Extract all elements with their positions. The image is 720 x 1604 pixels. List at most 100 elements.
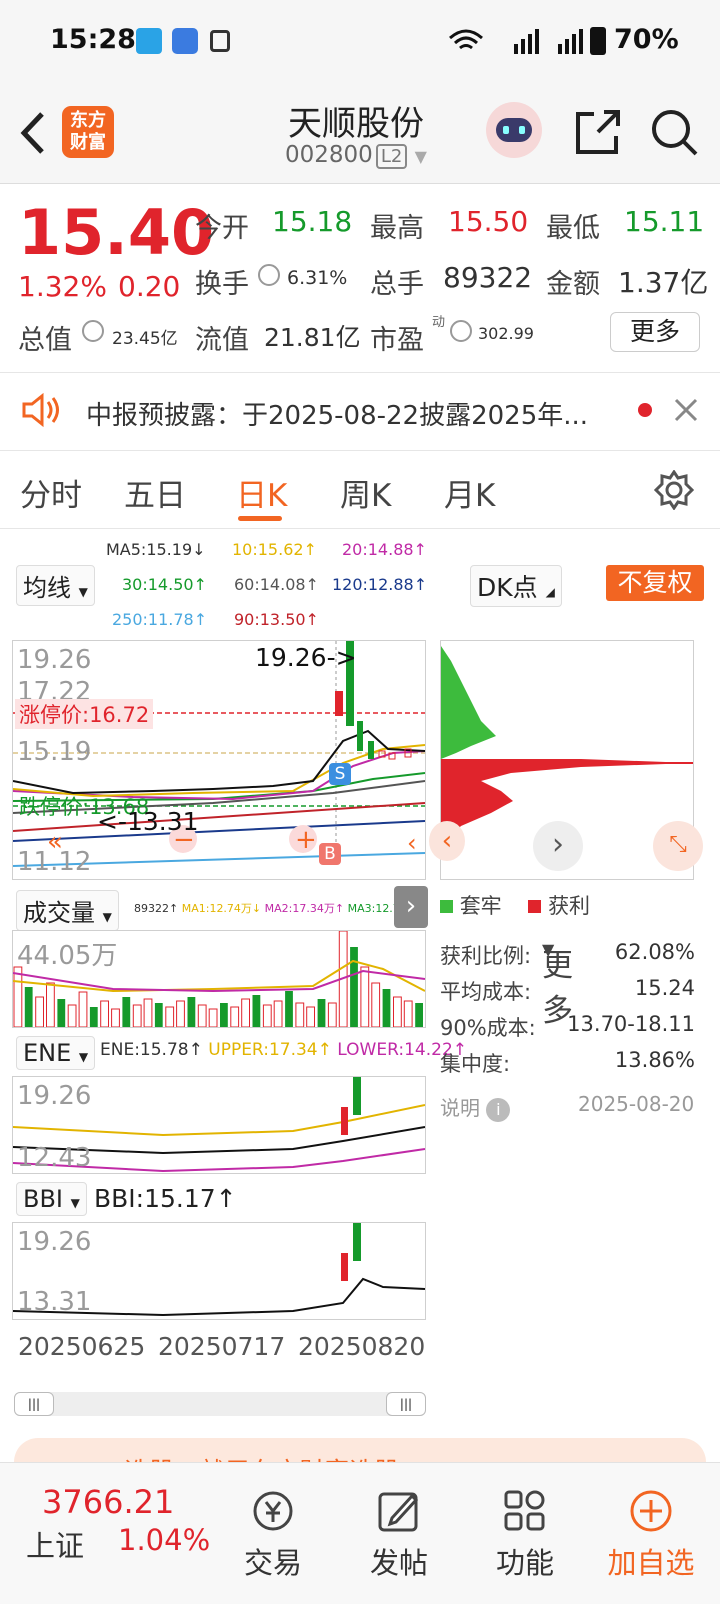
change-value: 0.20 (118, 270, 181, 303)
ma10-label: 10:15.62↑ (232, 540, 317, 559)
change-percent: 1.32% (18, 270, 107, 303)
cube-icon (210, 30, 230, 52)
chip-next-icon[interactable]: › (533, 821, 583, 871)
price-adjust-button[interactable]: 不复权 (606, 565, 704, 601)
volume-bar (382, 989, 391, 1027)
pe-label: 市盈 (370, 325, 424, 356)
status-time: 15:28 (50, 24, 136, 55)
ene-selector[interactable]: ENE ▼ (16, 1036, 96, 1070)
chip-stat-row: 获利比例: 62.08% (440, 940, 695, 970)
ma90-label: 90:13.50↑ (234, 610, 319, 629)
info-dots-icon[interactable] (258, 264, 280, 286)
index-change[interactable]: 1.04% (118, 1523, 210, 1557)
volume-bar (262, 1004, 272, 1027)
info-dots-icon[interactable] (450, 320, 472, 342)
ene-legend: ENE:15.78↑ UPPER:17.34↑ LOWER:14.22↑ (100, 1040, 467, 1060)
info-dots-icon[interactable] (82, 320, 104, 342)
trap-swatch (440, 900, 453, 913)
tab-monthly-k[interactable]: 月K (444, 470, 495, 515)
ene-chart[interactable]: 19.26 12.43 (12, 1076, 426, 1174)
tab-daily-k[interactable]: 日K (236, 470, 287, 515)
legend-profit: 获利 (548, 894, 591, 918)
ma250-label: 250:11.78↑ (112, 610, 208, 629)
bbi-selector[interactable]: BBI ▼ (16, 1182, 87, 1216)
gear-icon[interactable] (654, 470, 694, 510)
chip-prev-icon[interactable]: ‹ (429, 821, 465, 861)
amount-value: 1.37亿 (618, 266, 709, 299)
low-label: 最低 (546, 213, 600, 244)
bbi-ymax: 19.26 (17, 1227, 92, 1257)
volume-ymax: 44.05万 (17, 941, 118, 971)
close-icon[interactable] (672, 396, 700, 424)
volume-selector-label: 成交量 (23, 899, 95, 927)
trade-label: 交易 (243, 1546, 302, 1580)
turnover-label: 换手 (195, 269, 249, 300)
function-label: 功能 (495, 1546, 554, 1580)
tab-weekly-k[interactable]: 周K (340, 470, 391, 515)
post-label: 发帖 (369, 1546, 428, 1580)
index-name[interactable]: 上证 (26, 1523, 84, 1565)
app-icon (172, 28, 198, 54)
ai-robot-icon[interactable] (486, 102, 542, 158)
add-watchlist-button[interactable]: 加自选 (596, 1488, 706, 1582)
volume-bar (350, 947, 358, 1027)
volume-chart[interactable]: 44.05万 (12, 930, 426, 1028)
search-icon[interactable] (650, 108, 700, 158)
unread-dot (638, 403, 652, 417)
status-bar: 15:28 70% (0, 0, 720, 84)
battery-icon (590, 27, 606, 55)
dk-point-selector[interactable]: DK点 ◢ (470, 565, 562, 607)
time-range-scrollbar[interactable]: ||| ||| (14, 1392, 426, 1416)
date-end: 20250820 (298, 1332, 426, 1361)
prev-icon[interactable]: ‹ (407, 829, 417, 857)
zoom-out-icon[interactable]: − (173, 825, 195, 855)
trade-button[interactable]: 交易 (218, 1488, 328, 1582)
low-value: 15.11 (624, 205, 705, 238)
date-mid: 20250717 (152, 1332, 286, 1361)
chip-date: 2025-08-20 (578, 1092, 695, 1116)
post-button[interactable]: 发帖 (344, 1488, 454, 1582)
index-value[interactable]: 3766.21 (42, 1483, 174, 1521)
kline-chart[interactable]: 19.26 17.22 15.19 11.12 涨停价:16.72 跌停价:13… (12, 640, 426, 880)
stock-code[interactable]: 002800 L2 ▼ (285, 142, 427, 169)
open-label: 今开 (195, 213, 249, 244)
share-icon[interactable] (574, 108, 622, 156)
bbi-chart[interactable]: 19.26 13.31 (12, 1222, 426, 1320)
indicator-expand-button[interactable]: › (394, 886, 428, 928)
bbi-value: BBI:15.17↑ (94, 1184, 237, 1213)
volume-bar (176, 1000, 185, 1027)
function-button[interactable]: 功能 (470, 1488, 580, 1582)
battery-level: 70% (614, 24, 679, 55)
sell-signal-badge[interactable]: S (329, 763, 351, 785)
zoom-in-icon[interactable]: + (295, 825, 317, 855)
app-logo[interactable]: 东方 财富 (62, 106, 114, 158)
tab-intraday[interactable]: 分时 (20, 470, 82, 515)
volume-bar (165, 1006, 175, 1027)
dk-label: DK点 (477, 573, 538, 602)
range-right-handle[interactable]: ||| (386, 1392, 426, 1416)
volume-ma1: MA1:12.74万↓ (181, 902, 262, 915)
ene-selector-label: ENE (23, 1039, 72, 1067)
tab-underline (238, 516, 282, 521)
range-left-handle[interactable]: ||| (14, 1392, 54, 1416)
chip-distribution-chart[interactable]: ‹ › ⤡ (429, 640, 703, 880)
volume-bar (371, 982, 381, 1027)
volume-bar (24, 987, 33, 1027)
chip-note[interactable]: 说明 i (440, 1092, 511, 1122)
ene-ymax: 19.26 (17, 1081, 92, 1111)
stat-value: 62.08% (614, 940, 695, 964)
volume-bar (285, 991, 293, 1027)
ma-selector[interactable]: 均线 ▼ (16, 565, 95, 606)
scroll-left-icon[interactable]: « (47, 827, 63, 857)
yen-exchange-icon (253, 1491, 293, 1531)
more-button[interactable]: 更多 (610, 312, 700, 352)
expand-icon[interactable]: ⤡ (653, 821, 703, 871)
stat-value: 13.70-18.11 (567, 1012, 695, 1036)
buy-signal-badge[interactable]: B (319, 843, 341, 865)
k-y3: 15.19 (17, 737, 92, 767)
back-icon[interactable] (18, 110, 48, 156)
notice-text[interactable]: 中报预披露：于2025-08-22披露2025年... (86, 395, 616, 432)
volume-bar (208, 1008, 218, 1027)
tab-five-day[interactable]: 五日 (124, 470, 186, 515)
volume-selector[interactable]: 成交量 ▼ (16, 890, 119, 931)
